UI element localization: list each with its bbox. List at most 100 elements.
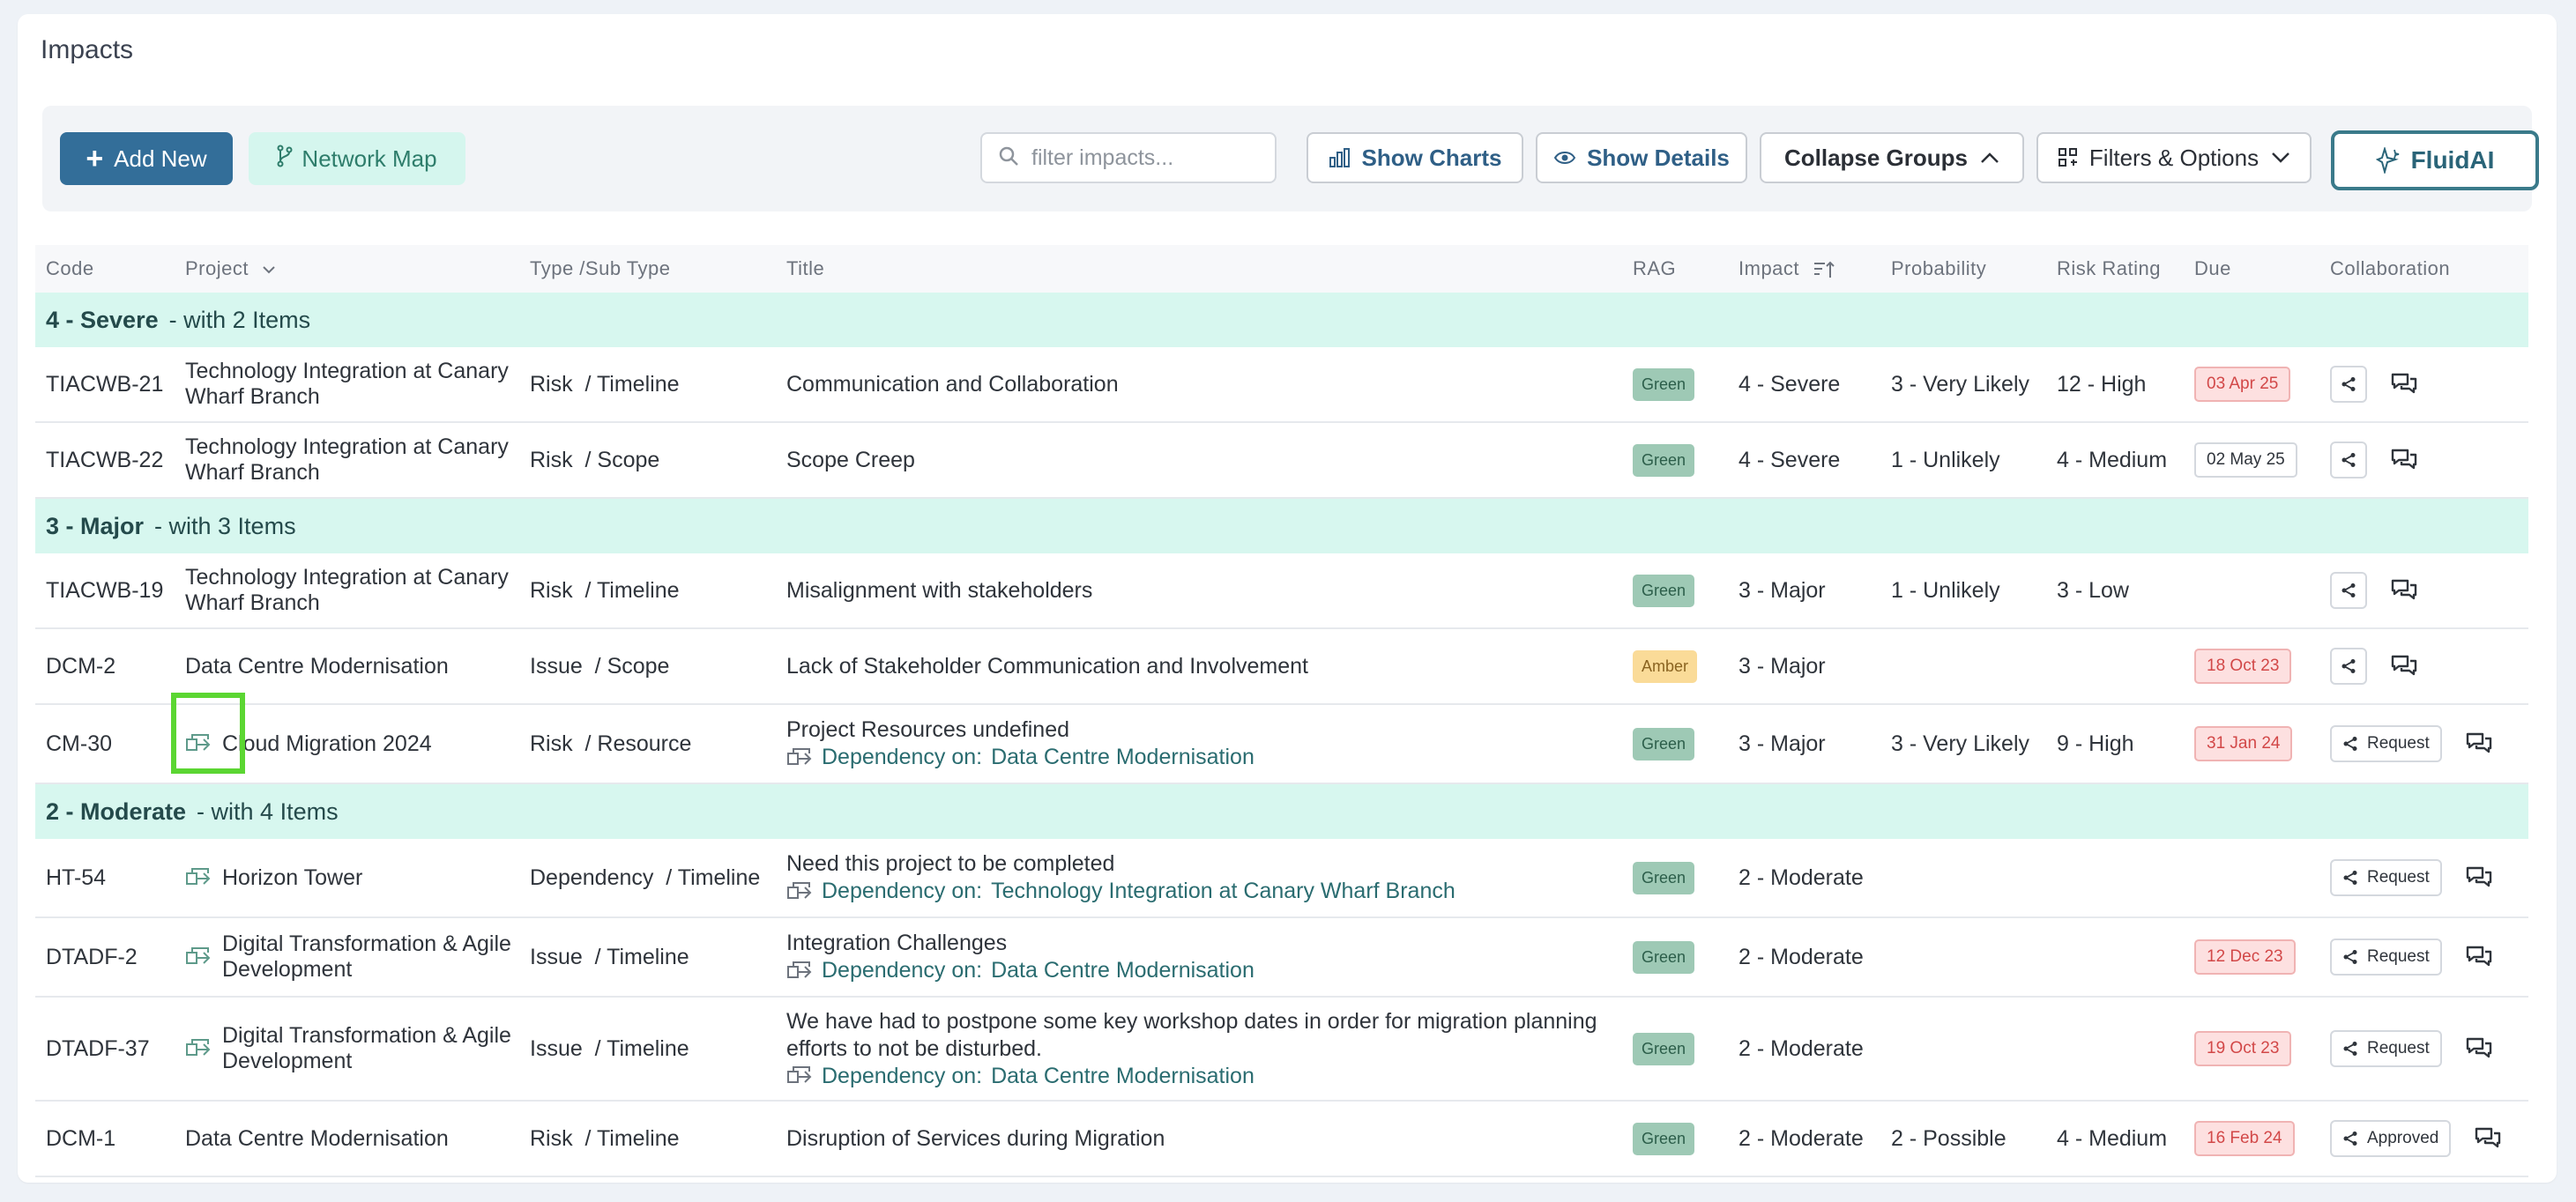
- row-risk-rating: 4 - Medium: [2046, 422, 2184, 499]
- row-dependency[interactable]: Dependency on: Data Centre Modernisation: [786, 957, 1622, 984]
- row-code: TIACWB-22: [35, 422, 175, 499]
- row-type: Risk: [530, 577, 573, 603]
- dependency-target[interactable]: Technology Integration at Canary Wharf B…: [991, 878, 1456, 905]
- table-row[interactable]: TIACWB-19 Technology Integration at Cana…: [35, 553, 2528, 629]
- sort-ascending-icon: [1813, 260, 1835, 279]
- dependency-link-icon: [786, 879, 813, 904]
- filters-options-button[interactable]: Filters & Options: [2036, 132, 2312, 183]
- dependency-link-icon[interactable]: [185, 1036, 212, 1061]
- row-risk-rating: [2046, 839, 2184, 918]
- col-title[interactable]: Title: [776, 245, 1622, 293]
- col-project[interactable]: Project: [175, 245, 519, 293]
- share-button[interactable]: [2330, 572, 2367, 609]
- row-collaboration: Request: [2330, 725, 2528, 762]
- row-project-label: Technology Integration at Canary Wharf B…: [185, 565, 509, 615]
- dependency-target[interactable]: Data Centre Modernisation: [991, 744, 1254, 771]
- dependency-target[interactable]: Data Centre Modernisation: [991, 957, 1254, 984]
- share-icon: [2341, 582, 2356, 598]
- table-row[interactable]: DTADF-2 Digital Transformation & Agile D…: [35, 917, 2528, 998]
- share-button[interactable]: [2330, 366, 2367, 403]
- chat-icon[interactable]: [2390, 448, 2418, 472]
- search-box[interactable]: [980, 132, 1277, 183]
- network-map-button[interactable]: Network Map: [249, 132, 465, 185]
- row-impact: 3 - Major: [1728, 553, 1880, 629]
- col-due[interactable]: Due: [2184, 245, 2319, 293]
- share-button[interactable]: Request: [2330, 859, 2442, 896]
- show-details-button[interactable]: Show Details: [1536, 132, 1747, 183]
- row-title[interactable]: Communication and Collaboration: [786, 371, 1622, 398]
- chat-icon[interactable]: [2465, 945, 2493, 969]
- table-row[interactable]: HT-54 Horizon Tower Dependency / Timelin…: [35, 839, 2528, 918]
- chat-icon[interactable]: [2465, 731, 2493, 756]
- row-title[interactable]: Lack of Stakeholder Communication and In…: [786, 653, 1622, 680]
- group-row[interactable]: 4 - Severe - with 2 Items: [35, 293, 2528, 347]
- share-icon: [2342, 870, 2358, 886]
- col-probability[interactable]: Probability: [1880, 245, 2046, 293]
- grid-filter-icon: [2058, 147, 2079, 168]
- toolbar: + Add New Network Map Show Charts S: [42, 106, 2539, 211]
- row-title[interactable]: Disruption of Services during Migration: [786, 1125, 1622, 1153]
- dependency-target[interactable]: Data Centre Modernisation: [991, 1063, 1254, 1090]
- row-subtype: / Timeline: [666, 864, 761, 890]
- search-input[interactable]: [1030, 144, 1262, 172]
- row-type: Risk: [530, 447, 573, 472]
- share-button[interactable]: Request: [2330, 1030, 2442, 1067]
- row-dependency[interactable]: Dependency on: Data Centre Modernisation: [786, 1063, 1622, 1090]
- table-row[interactable]: DCM-2 Data Centre Modernisation Issue / …: [35, 628, 2528, 705]
- row-title[interactable]: Project Resources undefined: [786, 716, 1622, 744]
- due-badge: 19 Oct 23: [2194, 1031, 2292, 1066]
- share-button[interactable]: [2330, 648, 2367, 685]
- chat-icon[interactable]: [2390, 654, 2418, 679]
- fluidai-button[interactable]: FluidAI: [2331, 130, 2539, 190]
- row-probability: [1880, 628, 2046, 705]
- table-row[interactable]: CM-30 Cloud Migration 2024 Risk / Resour…: [35, 704, 2528, 784]
- plus-icon: +: [86, 142, 104, 175]
- col-type[interactable]: Type /Sub Type: [519, 245, 776, 293]
- table-row[interactable]: DCM-1 Data Centre Modernisation Risk / T…: [35, 1101, 2528, 1177]
- row-risk-rating: 9 - High: [2046, 704, 2184, 784]
- show-charts-button[interactable]: Show Charts: [1307, 132, 1523, 183]
- dependency-link-icon[interactable]: [185, 865, 212, 890]
- row-title[interactable]: Need this project to be completed: [786, 850, 1622, 878]
- row-title[interactable]: Integration Challenges: [786, 930, 1622, 957]
- row-title[interactable]: Scope Creep: [786, 447, 1622, 474]
- share-label: Request: [2367, 734, 2430, 753]
- dependency-link-icon[interactable]: [185, 945, 212, 969]
- table-row[interactable]: TIACWB-22 Technology Integration at Cana…: [35, 422, 2528, 499]
- dependency-link-icon: [786, 1064, 813, 1088]
- table-row[interactable]: TIACWB-21 Technology Integration at Cana…: [35, 347, 2528, 423]
- add-new-button[interactable]: + Add New: [60, 132, 233, 185]
- share-button[interactable]: Request: [2330, 939, 2442, 976]
- row-subtype: / Timeline: [594, 1035, 689, 1061]
- row-risk-rating: [2046, 997, 2184, 1102]
- share-button[interactable]: Approved: [2330, 1120, 2452, 1157]
- chat-icon[interactable]: [2390, 372, 2418, 397]
- row-probability: [1880, 997, 2046, 1102]
- table-row[interactable]: DTADF-37 Digital Transformation & Agile …: [35, 997, 2528, 1102]
- chat-icon[interactable]: [2474, 1126, 2502, 1151]
- collapse-groups-button[interactable]: Collapse Groups: [1760, 132, 2024, 183]
- row-dependency[interactable]: Dependency on: Technology Integration at…: [786, 878, 1622, 905]
- col-rag[interactable]: RAG: [1622, 245, 1728, 293]
- share-button[interactable]: [2330, 441, 2367, 479]
- share-icon: [2341, 658, 2356, 674]
- group-row[interactable]: 2 - Moderate - with 4 Items: [35, 783, 2528, 839]
- row-risk-rating: 3 - Low: [2046, 553, 2184, 629]
- dependency-link-icon: [786, 959, 813, 983]
- group-row[interactable]: 3 - Major - with 3 Items: [35, 498, 2528, 553]
- col-collaboration[interactable]: Collaboration: [2319, 245, 2528, 293]
- col-risk-rating[interactable]: Risk Rating: [2046, 245, 2184, 293]
- row-type: Dependency: [530, 864, 654, 890]
- row-dependency[interactable]: Dependency on: Data Centre Modernisation: [786, 744, 1622, 771]
- row-subtype: / Timeline: [584, 371, 680, 397]
- share-button[interactable]: Request: [2330, 725, 2442, 762]
- col-code[interactable]: Code: [35, 245, 175, 293]
- row-title[interactable]: We have had to postpone some key worksho…: [786, 1008, 1622, 1063]
- col-impact[interactable]: Impact: [1728, 245, 1880, 293]
- dependency-link-icon[interactable]: [185, 731, 212, 756]
- row-title[interactable]: Misalignment with stakeholders: [786, 577, 1622, 605]
- chat-icon[interactable]: [2390, 578, 2418, 603]
- group-label: 2 - Moderate: [46, 798, 187, 825]
- chat-icon[interactable]: [2465, 865, 2493, 890]
- chat-icon[interactable]: [2465, 1036, 2493, 1061]
